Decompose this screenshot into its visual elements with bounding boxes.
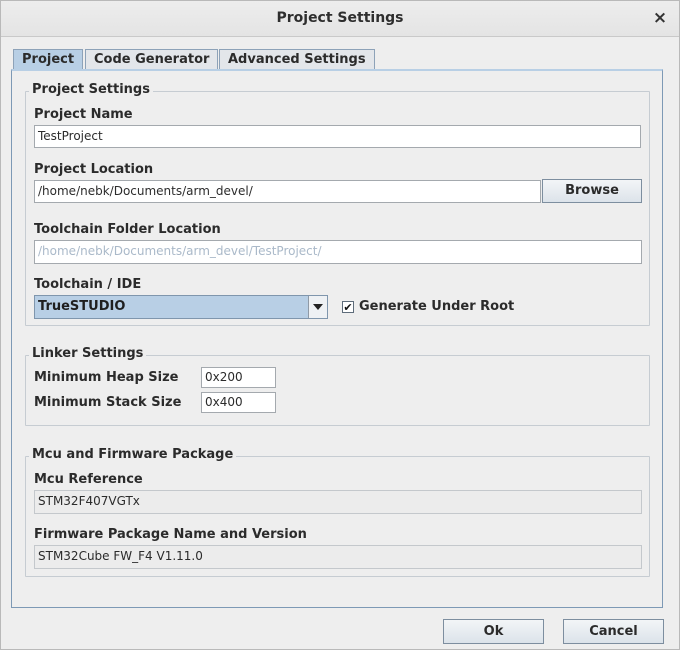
project-settings-dialog: Project Settings × Project Code Generato… [0, 0, 680, 650]
min-heap-input[interactable]: 0x200 [201, 367, 276, 388]
firmware-package-field: STM32Cube FW_F4 V1.11.0 [34, 545, 642, 569]
linker-settings-legend: Linker Settings [29, 346, 147, 361]
tab-panel-project: Project Settings Project Name TestProjec… [11, 69, 663, 608]
min-stack-input[interactable]: 0x400 [201, 392, 276, 413]
project-location-label: Project Location [34, 162, 154, 177]
project-name-label: Project Name [34, 107, 133, 122]
close-icon[interactable]: × [651, 8, 669, 28]
tab-advanced-settings[interactable]: Advanced Settings [219, 49, 375, 70]
mcu-firmware-group: Mcu and Firmware Package Mcu Reference S… [25, 447, 650, 577]
chevron-down-icon[interactable] [308, 296, 327, 318]
mcu-firmware-legend: Mcu and Firmware Package [29, 447, 237, 462]
title-bar: Project Settings × [1, 1, 679, 37]
ok-button[interactable]: Ok [443, 619, 544, 644]
browse-button[interactable]: Browse [542, 179, 642, 203]
window-title: Project Settings [276, 10, 404, 26]
project-settings-group: Project Settings Project Name TestProjec… [25, 82, 650, 326]
toolchain-ide-label: Toolchain / IDE [34, 277, 142, 292]
toolchain-folder-input: /home/nebk/Documents/arm_devel/TestProje… [34, 240, 642, 264]
min-heap-label: Minimum Heap Size [34, 370, 179, 385]
toolchain-ide-value: TrueSTUDIO [38, 299, 126, 314]
min-stack-label: Minimum Stack Size [34, 395, 182, 410]
linker-settings-group: Linker Settings Minimum Heap Size 0x200 … [25, 346, 650, 426]
project-name-input[interactable]: TestProject [34, 125, 641, 148]
checkmark-icon: ✔ [343, 301, 353, 314]
toolchain-folder-label: Toolchain Folder Location [34, 222, 221, 237]
cancel-button[interactable]: Cancel [563, 619, 664, 644]
project-location-input[interactable]: /home/nebk/Documents/arm_devel/ [34, 180, 541, 203]
tab-project[interactable]: Project [13, 49, 84, 71]
project-settings-legend: Project Settings [29, 82, 153, 97]
generate-under-root-checkbox[interactable]: ✔ [342, 301, 354, 313]
generate-under-root-label: Generate Under Root [359, 299, 515, 314]
firmware-package-label: Firmware Package Name and Version [34, 527, 307, 542]
mcu-reference-label: Mcu Reference [34, 472, 143, 487]
mcu-reference-field: STM32F407VGTx [34, 490, 642, 514]
toolchain-ide-select[interactable]: TrueSTUDIO [34, 295, 328, 319]
tab-code-generator[interactable]: Code Generator [85, 49, 219, 70]
